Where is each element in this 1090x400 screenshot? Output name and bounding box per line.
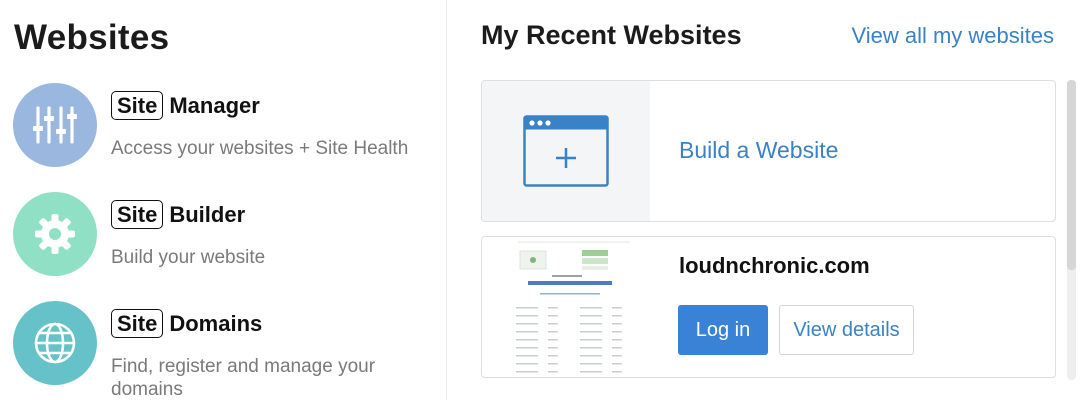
scrollbar-thumb[interactable]	[1067, 80, 1076, 270]
website-preview-image	[490, 237, 650, 377]
gear-icon	[35, 214, 75, 254]
site-builder-icon-circle	[13, 192, 97, 276]
build-website-thumbnail	[482, 81, 650, 221]
browser-add-icon	[523, 115, 609, 187]
service-name: Builder	[169, 201, 246, 227]
website-domain: loudnchronic.com	[679, 253, 870, 278]
service-description: Find, register and manage your domains	[111, 356, 376, 400]
site-domains-name: Site Domains	[111, 309, 262, 338]
build-website-link[interactable]: Build a Website	[679, 137, 838, 164]
service-description: Access your websites + Site Health	[111, 138, 409, 159]
log-in-button[interactable]: Log in	[678, 305, 768, 355]
site-badge: Site	[111, 200, 164, 229]
service-name: Manager	[169, 92, 260, 118]
sliders-icon	[33, 106, 77, 144]
globe-icon	[34, 322, 76, 364]
view-all-websites-link[interactable]: View all my websites	[851, 23, 1054, 49]
service-name: Domains	[169, 310, 263, 336]
recent-websites-title: My Recent Websites	[481, 20, 742, 50]
site-domains-icon-circle	[13, 301, 97, 385]
site-badge: Site	[111, 91, 164, 120]
site-builder-name: Site Builder	[111, 200, 245, 229]
page: Websites Site Manager Access your websit…	[0, 0, 1090, 400]
websites-panel: Websites Site Manager Access your websit…	[0, 0, 447, 400]
website-card: loudnchronic.com Log in View details	[481, 236, 1056, 378]
site-badge: Site	[111, 309, 164, 338]
recent-websites-panel: My Recent Websites View all my websites …	[447, 0, 1090, 400]
websites-title: Websites	[14, 18, 170, 57]
site-manager-icon-circle	[13, 83, 97, 167]
scrollbar[interactable]	[1067, 80, 1076, 380]
website-preview-thumbnail[interactable]	[490, 237, 650, 377]
build-website-card[interactable]: Build a Website	[481, 80, 1056, 222]
site-manager-name: Site Manager	[111, 91, 260, 120]
view-details-button[interactable]: View details	[779, 305, 914, 355]
service-description: Build your website	[111, 247, 266, 268]
